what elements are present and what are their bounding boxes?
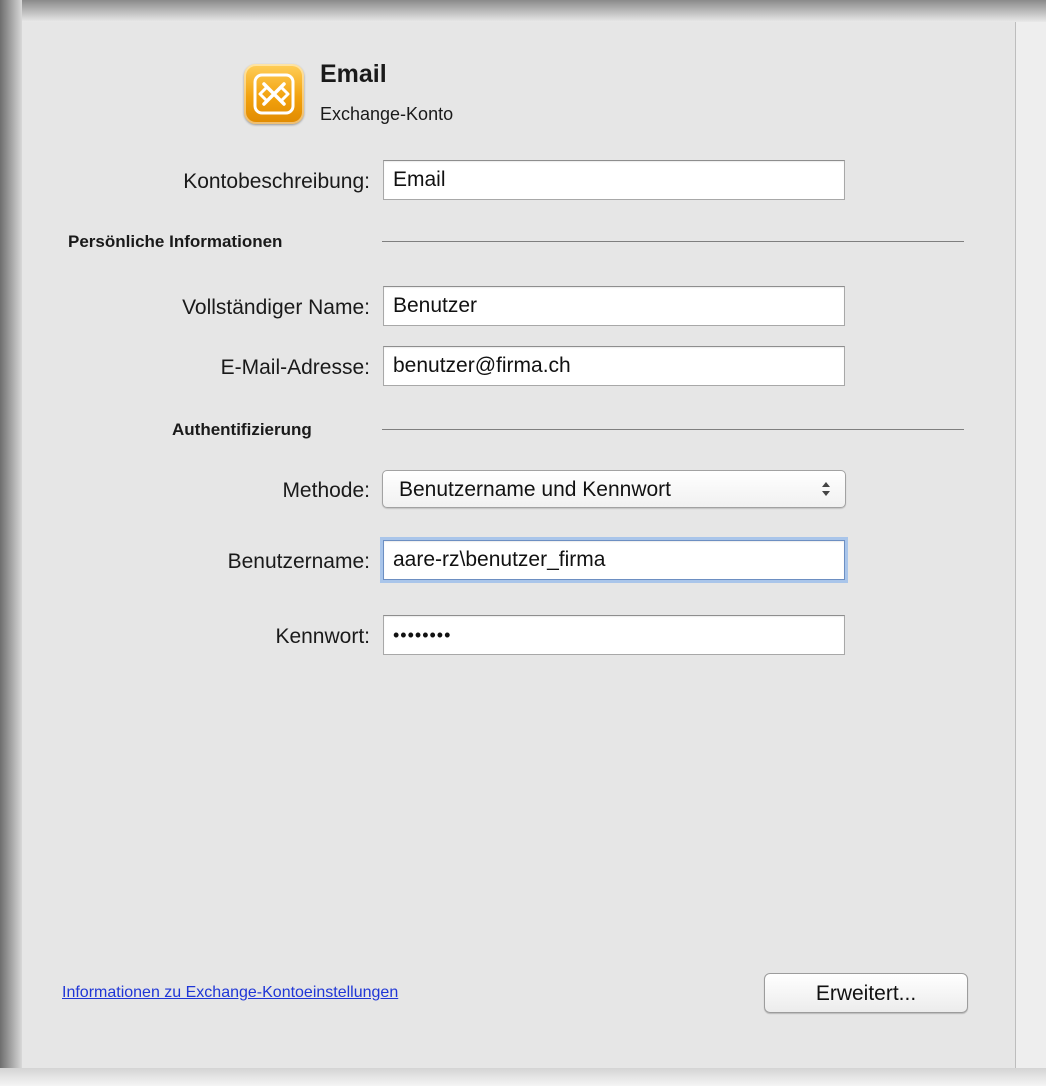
email-address-field[interactable] [383,346,845,386]
window-shadow-top [0,0,1046,22]
method-select[interactable]: Benutzername und Kennwort [382,470,846,508]
exchange-icon [244,64,304,124]
username-label: Benutzername: [227,550,370,573]
screenshot-canvas: Email Exchange-Konto Kontobeschreibung: … [0,0,1046,1086]
personal-info-divider [382,241,964,242]
full-name-field[interactable] [383,286,845,326]
full-name-label: Vollständiger Name: [182,296,370,319]
description-field[interactable] [383,160,845,200]
method-label: Methode: [282,479,370,502]
description-label: Kontobeschreibung: [183,170,370,193]
personal-info-section-title: Persönliche Informationen [68,232,283,251]
exchange-settings-info-link[interactable]: Informationen zu Exchange-Kontoeinstellu… [62,984,398,1002]
username-field[interactable] [383,540,845,580]
right-window-edge [1016,22,1046,1068]
up-down-arrows-icon [822,482,830,496]
window-shadow-bottom [0,1068,1046,1086]
account-title: Email [320,60,387,88]
advanced-button[interactable]: Erweitert... [764,973,968,1013]
email-address-label: E-Mail-Adresse: [220,356,370,379]
method-select-value: Benutzername und Kennwort [399,478,672,501]
account-type: Exchange-Konto [320,104,454,124]
authentication-divider [382,429,964,430]
authentication-section-title: Authentifizierung [172,420,312,439]
password-label: Kennwort: [275,625,370,648]
window-shadow-left [0,0,22,1086]
password-field[interactable]: •••••••• [383,615,845,655]
